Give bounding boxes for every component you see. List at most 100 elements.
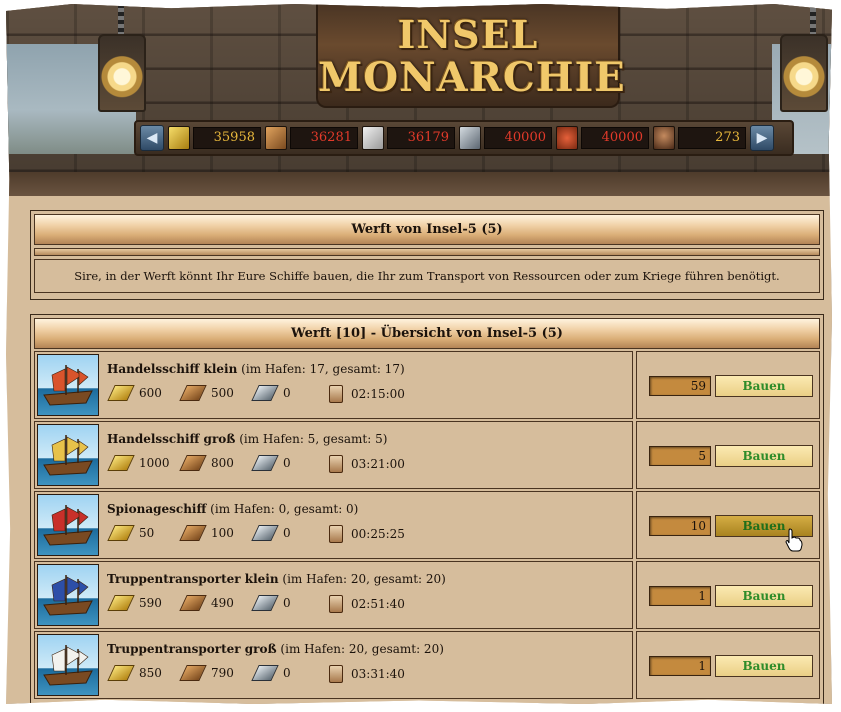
ship-title: Handelsschiff klein (im Hafen: 17, gesam… <box>107 362 626 376</box>
cost-wood: 490 <box>179 595 234 611</box>
cost-wood: 500 <box>179 385 234 401</box>
ship-costs: 590 490 0 02:51:40 <box>107 595 437 615</box>
logo-line-2: MONARCHIE <box>318 54 626 101</box>
ship-title: Truppentransporter groß (im Hafen: 20, g… <box>107 642 626 656</box>
ship-icon <box>43 645 93 686</box>
scroll-right-icon[interactable]: ▶ <box>750 125 774 151</box>
resource-value: 273 <box>678 127 746 149</box>
cost-gold-value: 50 <box>139 526 155 540</box>
game-header: INSEL MONARCHIE ◀ 35958 36281 36179 4000… <box>6 4 832 172</box>
ship-harbor-count: (im Hafen: 0, gesamt: 0) <box>210 502 359 516</box>
ship-build-cell: 1 Bauen <box>636 631 820 699</box>
shipyard-description: Sire, in der Werft könnt Ihr Eure Schiff… <box>34 259 820 293</box>
resource-value: 40000 <box>581 127 649 149</box>
iron-icon <box>251 525 279 541</box>
ship-image <box>37 634 99 696</box>
resource-bar: ◀ 35958 36281 36179 40000 40000 273 ▶ <box>134 120 794 156</box>
overview-title: Werft [10] - Übersicht von Insel-5 (5) <box>34 318 820 349</box>
hourglass-icon <box>329 665 343 683</box>
ship-costs: 600 500 0 02:15:00 <box>107 385 437 405</box>
wood-icon <box>179 455 207 471</box>
iron-icon <box>459 126 481 150</box>
ship-image <box>37 424 99 486</box>
iron-icon <box>251 455 279 471</box>
build-quantity-input[interactable]: 10 <box>649 516 711 536</box>
cost-gold-value: 850 <box>139 666 162 680</box>
wood-icon <box>179 525 207 541</box>
header-divider <box>6 172 832 196</box>
ship-harbor-count: (im Hafen: 20, gesamt: 20) <box>280 642 444 656</box>
build-quantity-input[interactable]: 59 <box>649 376 711 396</box>
build-button[interactable]: Bauen <box>715 655 813 677</box>
build-time: 03:31:40 <box>329 665 405 683</box>
hourglass-icon <box>329 525 343 543</box>
build-quantity-input[interactable]: 1 <box>649 656 711 676</box>
ship-title: Handelsschiff groß (im Hafen: 5, gesamt:… <box>107 432 626 446</box>
cost-wood: 800 <box>179 455 234 471</box>
scroll-left-icon[interactable]: ◀ <box>140 125 164 151</box>
ship-build-cell: 5 Bauen <box>636 421 820 489</box>
resource-population: 273 <box>653 126 746 150</box>
ship-row: Truppentransporter groß (im Hafen: 20, g… <box>34 631 633 699</box>
build-button[interactable]: Bauen <box>715 585 813 607</box>
build-time-value: 03:31:40 <box>351 667 405 681</box>
build-quantity-input[interactable]: 1 <box>649 586 711 606</box>
cost-iron: 0 <box>251 525 291 541</box>
cost-gold: 600 <box>107 385 162 401</box>
cost-wood-value: 500 <box>211 386 234 400</box>
cost-wood: 100 <box>179 525 234 541</box>
game-frame: INSEL MONARCHIE ◀ 35958 36281 36179 4000… <box>6 4 832 704</box>
chain-right <box>810 4 816 38</box>
hourglass-icon <box>329 385 343 403</box>
hourglass-icon <box>329 455 343 473</box>
cost-gold: 1000 <box>107 455 170 471</box>
cost-iron: 0 <box>251 665 291 681</box>
ship-icon <box>43 505 93 546</box>
ship-costs: 1000 800 0 03:21:00 <box>107 455 437 475</box>
ship-harbor-count: (im Hafen: 17, gesamt: 17) <box>241 362 405 376</box>
build-time: 02:15:00 <box>329 385 405 403</box>
cost-gold: 50 <box>107 525 155 541</box>
ship-image <box>37 564 99 626</box>
build-time-value: 02:15:00 <box>351 387 405 401</box>
ship-image <box>37 354 99 416</box>
ship-info: Handelsschiff groß (im Hafen: 5, gesamt:… <box>107 432 626 473</box>
cost-iron-value: 0 <box>283 666 291 680</box>
build-time-value: 02:51:40 <box>351 597 405 611</box>
build-time: 03:21:00 <box>329 455 405 473</box>
hourglass-icon <box>329 595 343 613</box>
resource-value: 35958 <box>193 127 261 149</box>
gold-icon <box>168 126 190 150</box>
ship-costs: 850 790 0 03:31:40 <box>107 665 437 685</box>
ship-icon <box>43 435 93 476</box>
lantern-right-icon <box>780 34 828 112</box>
cost-iron-value: 0 <box>283 456 291 470</box>
ship-harbor-count: (im Hafen: 20, gesamt: 20) <box>282 572 446 586</box>
game-logo: INSEL MONARCHIE <box>316 4 626 108</box>
cost-iron-value: 0 <box>283 526 291 540</box>
ship-image <box>37 494 99 556</box>
cost-wood-value: 490 <box>211 596 234 610</box>
build-time: 02:51:40 <box>329 595 405 613</box>
resource-stone: 36179 <box>362 126 455 150</box>
lantern-left-icon <box>98 34 146 112</box>
ship-row: Spionageschiff (im Hafen: 0, gesamt: 0) 5… <box>34 491 633 559</box>
ship-info: Truppentransporter klein (im Hafen: 20, … <box>107 572 626 613</box>
shipyard-info-panel: Werft von Insel-5 (5) Sire, in der Werft… <box>30 210 824 300</box>
ship-build-cell: 59 Bauen <box>636 351 820 419</box>
cost-gold: 590 <box>107 595 162 611</box>
iron-icon <box>251 595 279 611</box>
ship-name: Spionageschiff <box>107 502 207 516</box>
ship-info: Handelsschiff klein (im Hafen: 17, gesam… <box>107 362 626 403</box>
build-button[interactable]: Bauen <box>715 375 813 397</box>
ship-costs: 50 100 0 00:25:25 <box>107 525 437 545</box>
cost-gold-value: 1000 <box>139 456 170 470</box>
build-button[interactable]: Bauen <box>715 445 813 467</box>
gold-icon <box>107 385 135 401</box>
ship-name: Truppentransporter klein <box>107 572 279 586</box>
population-icon <box>653 126 675 150</box>
build-quantity-input[interactable]: 5 <box>649 446 711 466</box>
wood-icon <box>179 385 207 401</box>
ship-title: Truppentransporter klein (im Hafen: 20, … <box>107 572 626 586</box>
cost-iron: 0 <box>251 385 291 401</box>
